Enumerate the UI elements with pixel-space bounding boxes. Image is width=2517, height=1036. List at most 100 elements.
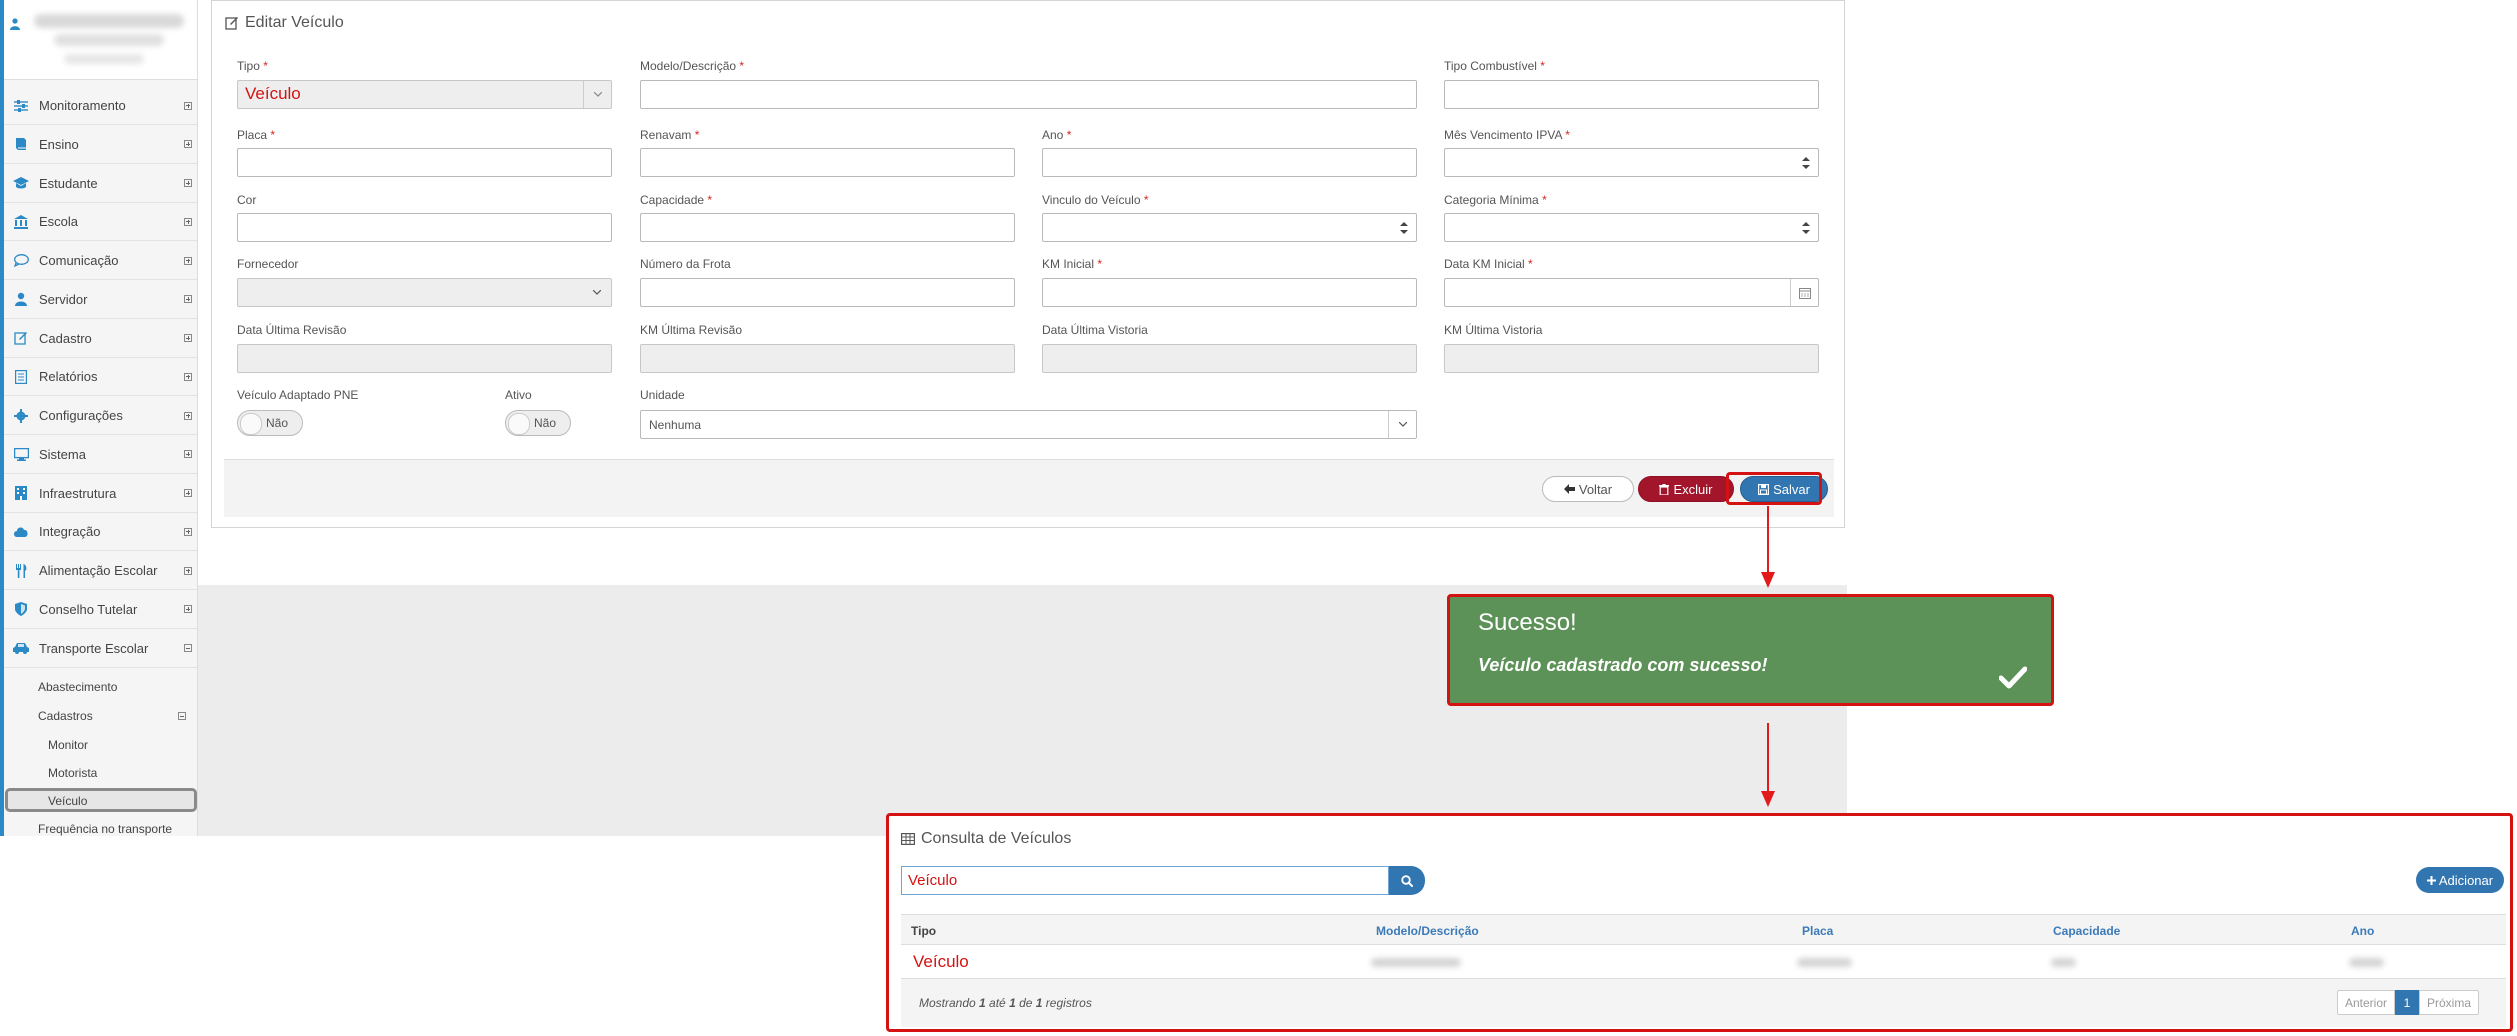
voltar-button[interactable]: Voltar: [1542, 476, 1634, 502]
expand-icon[interactable]: [184, 527, 192, 536]
sidebar-item-relatorios[interactable]: Relatórios: [4, 358, 197, 397]
sidebar-sub-veiculo: Veículo: [48, 794, 88, 808]
expand-icon[interactable]: [184, 179, 192, 187]
sidebar-item-configuracoes[interactable]: Configurações: [4, 397, 197, 435]
unidade-select[interactable]: Nenhuma: [640, 410, 1417, 439]
user-profile-box[interactable]: [4, 0, 197, 80]
label-ipva: Mês Vencimento IPVA *: [1444, 128, 1570, 142]
sidebar-item-comunicacao[interactable]: Comunicação: [4, 242, 197, 280]
unidade-chevron[interactable]: [1388, 411, 1416, 438]
pagination-next[interactable]: Próxima: [2419, 990, 2479, 1015]
label-capacidade: Capacidade *: [640, 193, 713, 207]
sidebar-sub-monitor[interactable]: Monitor: [48, 738, 88, 752]
table-row[interactable]: Veículo: [901, 945, 2506, 979]
sidebar-sub-frequencia[interactable]: Frequência no transporte: [38, 822, 172, 836]
sidebar-sub-motorista[interactable]: Motorista: [48, 766, 97, 780]
sidebar-item-sistema[interactable]: Sistema: [4, 436, 197, 474]
sidebar-item-escola[interactable]: Escola: [4, 203, 197, 242]
sidebar-item-infraestrutura[interactable]: Infraestrutura: [4, 475, 197, 513]
expand-icon[interactable]: [184, 334, 192, 342]
col-capacidade[interactable]: Capacidade: [2053, 924, 2120, 938]
col-modelo[interactable]: Modelo/Descrição: [1376, 924, 1479, 938]
vinculo-select[interactable]: [1042, 213, 1417, 242]
sidebar-sub-cadastros[interactable]: Cadastros: [38, 709, 93, 723]
ativo-toggle-text: Não: [533, 416, 556, 430]
edit-vehicle-panel: Editar Veículo Tipo * Veículo Modelo/Des…: [211, 0, 1845, 528]
sidebar-item-transporte-escolar[interactable]: Transporte Escolar: [4, 630, 197, 668]
expand-icon[interactable]: [184, 372, 192, 381]
collapse-icon[interactable]: [184, 644, 192, 652]
renavam-input[interactable]: [640, 148, 1015, 177]
calendar-button[interactable]: [1790, 279, 1818, 306]
sidebar-sub-veiculo-highlight[interactable]: Veículo: [5, 788, 197, 812]
sidebar-item-label: Monitoramento: [39, 98, 126, 113]
expand-icon[interactable]: [184, 411, 192, 420]
sidebar-item-label: Infraestrutura: [39, 485, 117, 501]
data-km-input[interactable]: [1444, 278, 1819, 307]
sidebar-item-label: Ensino: [39, 136, 79, 152]
placa-input[interactable]: [237, 148, 612, 177]
km-revisao-input: [640, 344, 1015, 373]
sidebar-item-conselho-tutelar[interactable]: Conselho Tutelar: [4, 591, 197, 629]
tipo-select[interactable]: Veículo: [237, 80, 612, 109]
label-modelo: Modelo/Descrição *: [640, 59, 745, 73]
add-vehicle-button[interactable]: Adicionar: [2416, 867, 2504, 893]
sidebar-item-monitoramento[interactable]: Monitoramento: [4, 87, 197, 125]
km-inicial-input[interactable]: [1042, 278, 1417, 307]
user-icon: [10, 18, 20, 30]
expand-icon[interactable]: [184, 489, 192, 497]
row-capacidade-blurred: [2051, 958, 2076, 967]
sidebar-item-cadastro[interactable]: Cadastro: [4, 320, 197, 358]
expand-icon[interactable]: [184, 295, 192, 304]
ipva-select[interactable]: [1444, 148, 1819, 177]
fornecedor-select[interactable]: [237, 278, 612, 307]
sidebar-item-alimentacao-escolar[interactable]: Alimentação Escolar: [4, 552, 197, 590]
search-button[interactable]: [1389, 866, 1425, 895]
expand-icon[interactable]: [184, 101, 192, 110]
expand-icon[interactable]: [184, 140, 192, 149]
sidebar-item-estudante[interactable]: Estudante: [4, 165, 197, 203]
combustivel-input[interactable]: [1444, 80, 1819, 109]
expand-icon[interactable]: [184, 217, 192, 226]
sidebar-item-label: Conselho Tutelar: [39, 601, 138, 617]
col-tipo[interactable]: Tipo: [911, 924, 936, 938]
label-ativo: Ativo: [505, 388, 532, 402]
user-name-blurred: [34, 14, 184, 28]
arrow-to-toast-head: [1761, 572, 1775, 588]
row-modelo-blurred: [1371, 958, 1461, 967]
col-ano[interactable]: Ano: [2351, 924, 2374, 938]
expand-icon[interactable]: [184, 256, 192, 265]
adaptado-toggle[interactable]: Não: [237, 410, 303, 436]
expand-icon[interactable]: [184, 450, 192, 459]
sidebar-item-label: Configurações: [39, 408, 123, 423]
frota-input[interactable]: [640, 278, 1015, 307]
tipo-select-chevron[interactable]: [583, 81, 611, 108]
cadastros-collapse-icon[interactable]: [178, 712, 186, 720]
excluir-button[interactable]: Excluir: [1638, 476, 1734, 502]
fornecedor-chevron[interactable]: [583, 279, 611, 306]
modelo-input[interactable]: [640, 80, 1417, 109]
label-vinculo: Vinculo do Veículo *: [1042, 193, 1149, 207]
user-role-blurred: [54, 34, 164, 46]
ativo-toggle[interactable]: Não: [505, 410, 571, 436]
search-input[interactable]: [901, 866, 1389, 895]
pagination-prev[interactable]: Anterior: [2337, 990, 2395, 1015]
sidebar-item-integracao[interactable]: Integração: [4, 513, 197, 552]
sidebar-item-ensino[interactable]: Ensino: [4, 126, 197, 164]
sidebar-item-servidor[interactable]: Servidor: [4, 281, 197, 319]
pagination-page-1[interactable]: 1: [2395, 990, 2419, 1015]
categoria-select[interactable]: [1444, 213, 1819, 242]
table-footer: Mostrando 1 até 1 de 1 registros Anterio…: [901, 979, 2506, 1027]
sidebar-item-label: Servidor: [39, 291, 88, 307]
report-icon: [13, 369, 29, 385]
expand-icon[interactable]: [184, 605, 192, 614]
expand-icon[interactable]: [184, 566, 192, 575]
sidebar-sub-abastecimento[interactable]: Abastecimento: [38, 680, 117, 694]
col-placa[interactable]: Placa: [1802, 924, 1833, 938]
capacidade-input[interactable]: [640, 213, 1015, 242]
ano-input[interactable]: [1042, 148, 1417, 177]
cor-input[interactable]: [237, 213, 612, 242]
sidebar-item-label: Relatórios: [39, 369, 98, 385]
sort-arrows-icon: [1400, 222, 1408, 234]
row-placa-blurred: [1797, 958, 1852, 967]
